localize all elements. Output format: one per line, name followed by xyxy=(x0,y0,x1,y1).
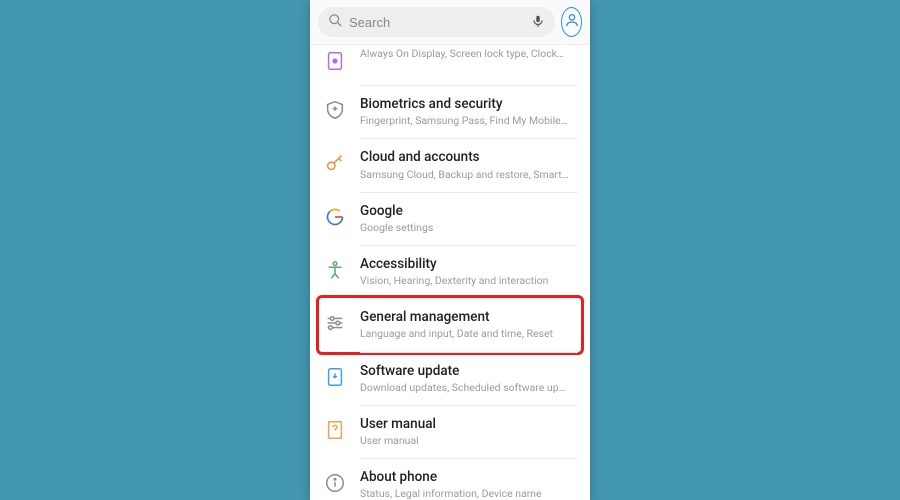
person-icon xyxy=(322,257,348,283)
item-title: General management xyxy=(360,309,578,325)
search-field[interactable] xyxy=(318,7,555,37)
sliders-icon xyxy=(322,310,348,336)
item-title: About phone xyxy=(360,469,578,485)
settings-item-general-management[interactable]: General management Language and input, D… xyxy=(310,298,590,351)
settings-item-software-update[interactable]: Software update Download updates, Schedu… xyxy=(310,352,590,405)
item-subtitle: Always On Display, Screen lock type, Clo… xyxy=(360,47,578,60)
search-icon xyxy=(328,13,343,32)
item-subtitle: Google settings xyxy=(360,221,578,234)
manual-icon xyxy=(322,417,348,443)
item-subtitle: User manual xyxy=(360,434,578,447)
profile-icon xyxy=(564,12,580,32)
item-subtitle: Vision, Hearing, Dexterity and interacti… xyxy=(360,274,578,287)
shield-icon xyxy=(322,97,348,123)
phone-frame: Always On Display, Screen lock type, Clo… xyxy=(310,0,590,500)
settings-item-google[interactable]: Google Google settings xyxy=(310,192,590,245)
item-subtitle: Samsung Cloud, Backup and restore, Smart… xyxy=(360,168,578,181)
key-icon xyxy=(322,150,348,176)
update-icon xyxy=(322,364,348,390)
item-title: Accessibility xyxy=(360,256,578,272)
item-title: Cloud and accounts xyxy=(360,149,578,165)
settings-item-accessibility[interactable]: Accessibility Vision, Hearing, Dexterity… xyxy=(310,245,590,298)
item-title: Software update xyxy=(360,363,578,379)
search-input[interactable] xyxy=(349,15,525,30)
voice-icon[interactable] xyxy=(531,13,545,32)
settings-item-user-manual[interactable]: User manual User manual xyxy=(310,405,590,458)
profile-button[interactable] xyxy=(561,7,582,37)
item-title: Google xyxy=(360,203,578,219)
settings-item-lockscreen[interactable]: Always On Display, Screen lock type, Clo… xyxy=(310,45,590,85)
item-subtitle: Language and input, Date and time, Reset xyxy=(360,327,578,340)
item-subtitle: Download updates, Scheduled software up… xyxy=(360,381,578,394)
settings-item-about-phone[interactable]: About phone Status, Legal information, D… xyxy=(310,458,590,500)
search-bar xyxy=(310,0,590,45)
item-subtitle: Status, Legal information, Device name xyxy=(360,487,578,500)
lock-icon xyxy=(322,48,348,74)
settings-list: Always On Display, Screen lock type, Clo… xyxy=(310,45,590,500)
settings-item-biometrics[interactable]: Biometrics and security Fingerprint, Sam… xyxy=(310,85,590,138)
google-icon xyxy=(322,204,348,230)
item-title: User manual xyxy=(360,416,578,432)
item-title: Biometrics and security xyxy=(360,96,578,112)
settings-item-cloud[interactable]: Cloud and accounts Samsung Cloud, Backup… xyxy=(310,138,590,191)
info-icon xyxy=(322,470,348,496)
item-subtitle: Fingerprint, Samsung Pass, Find My Mobil… xyxy=(360,114,578,127)
